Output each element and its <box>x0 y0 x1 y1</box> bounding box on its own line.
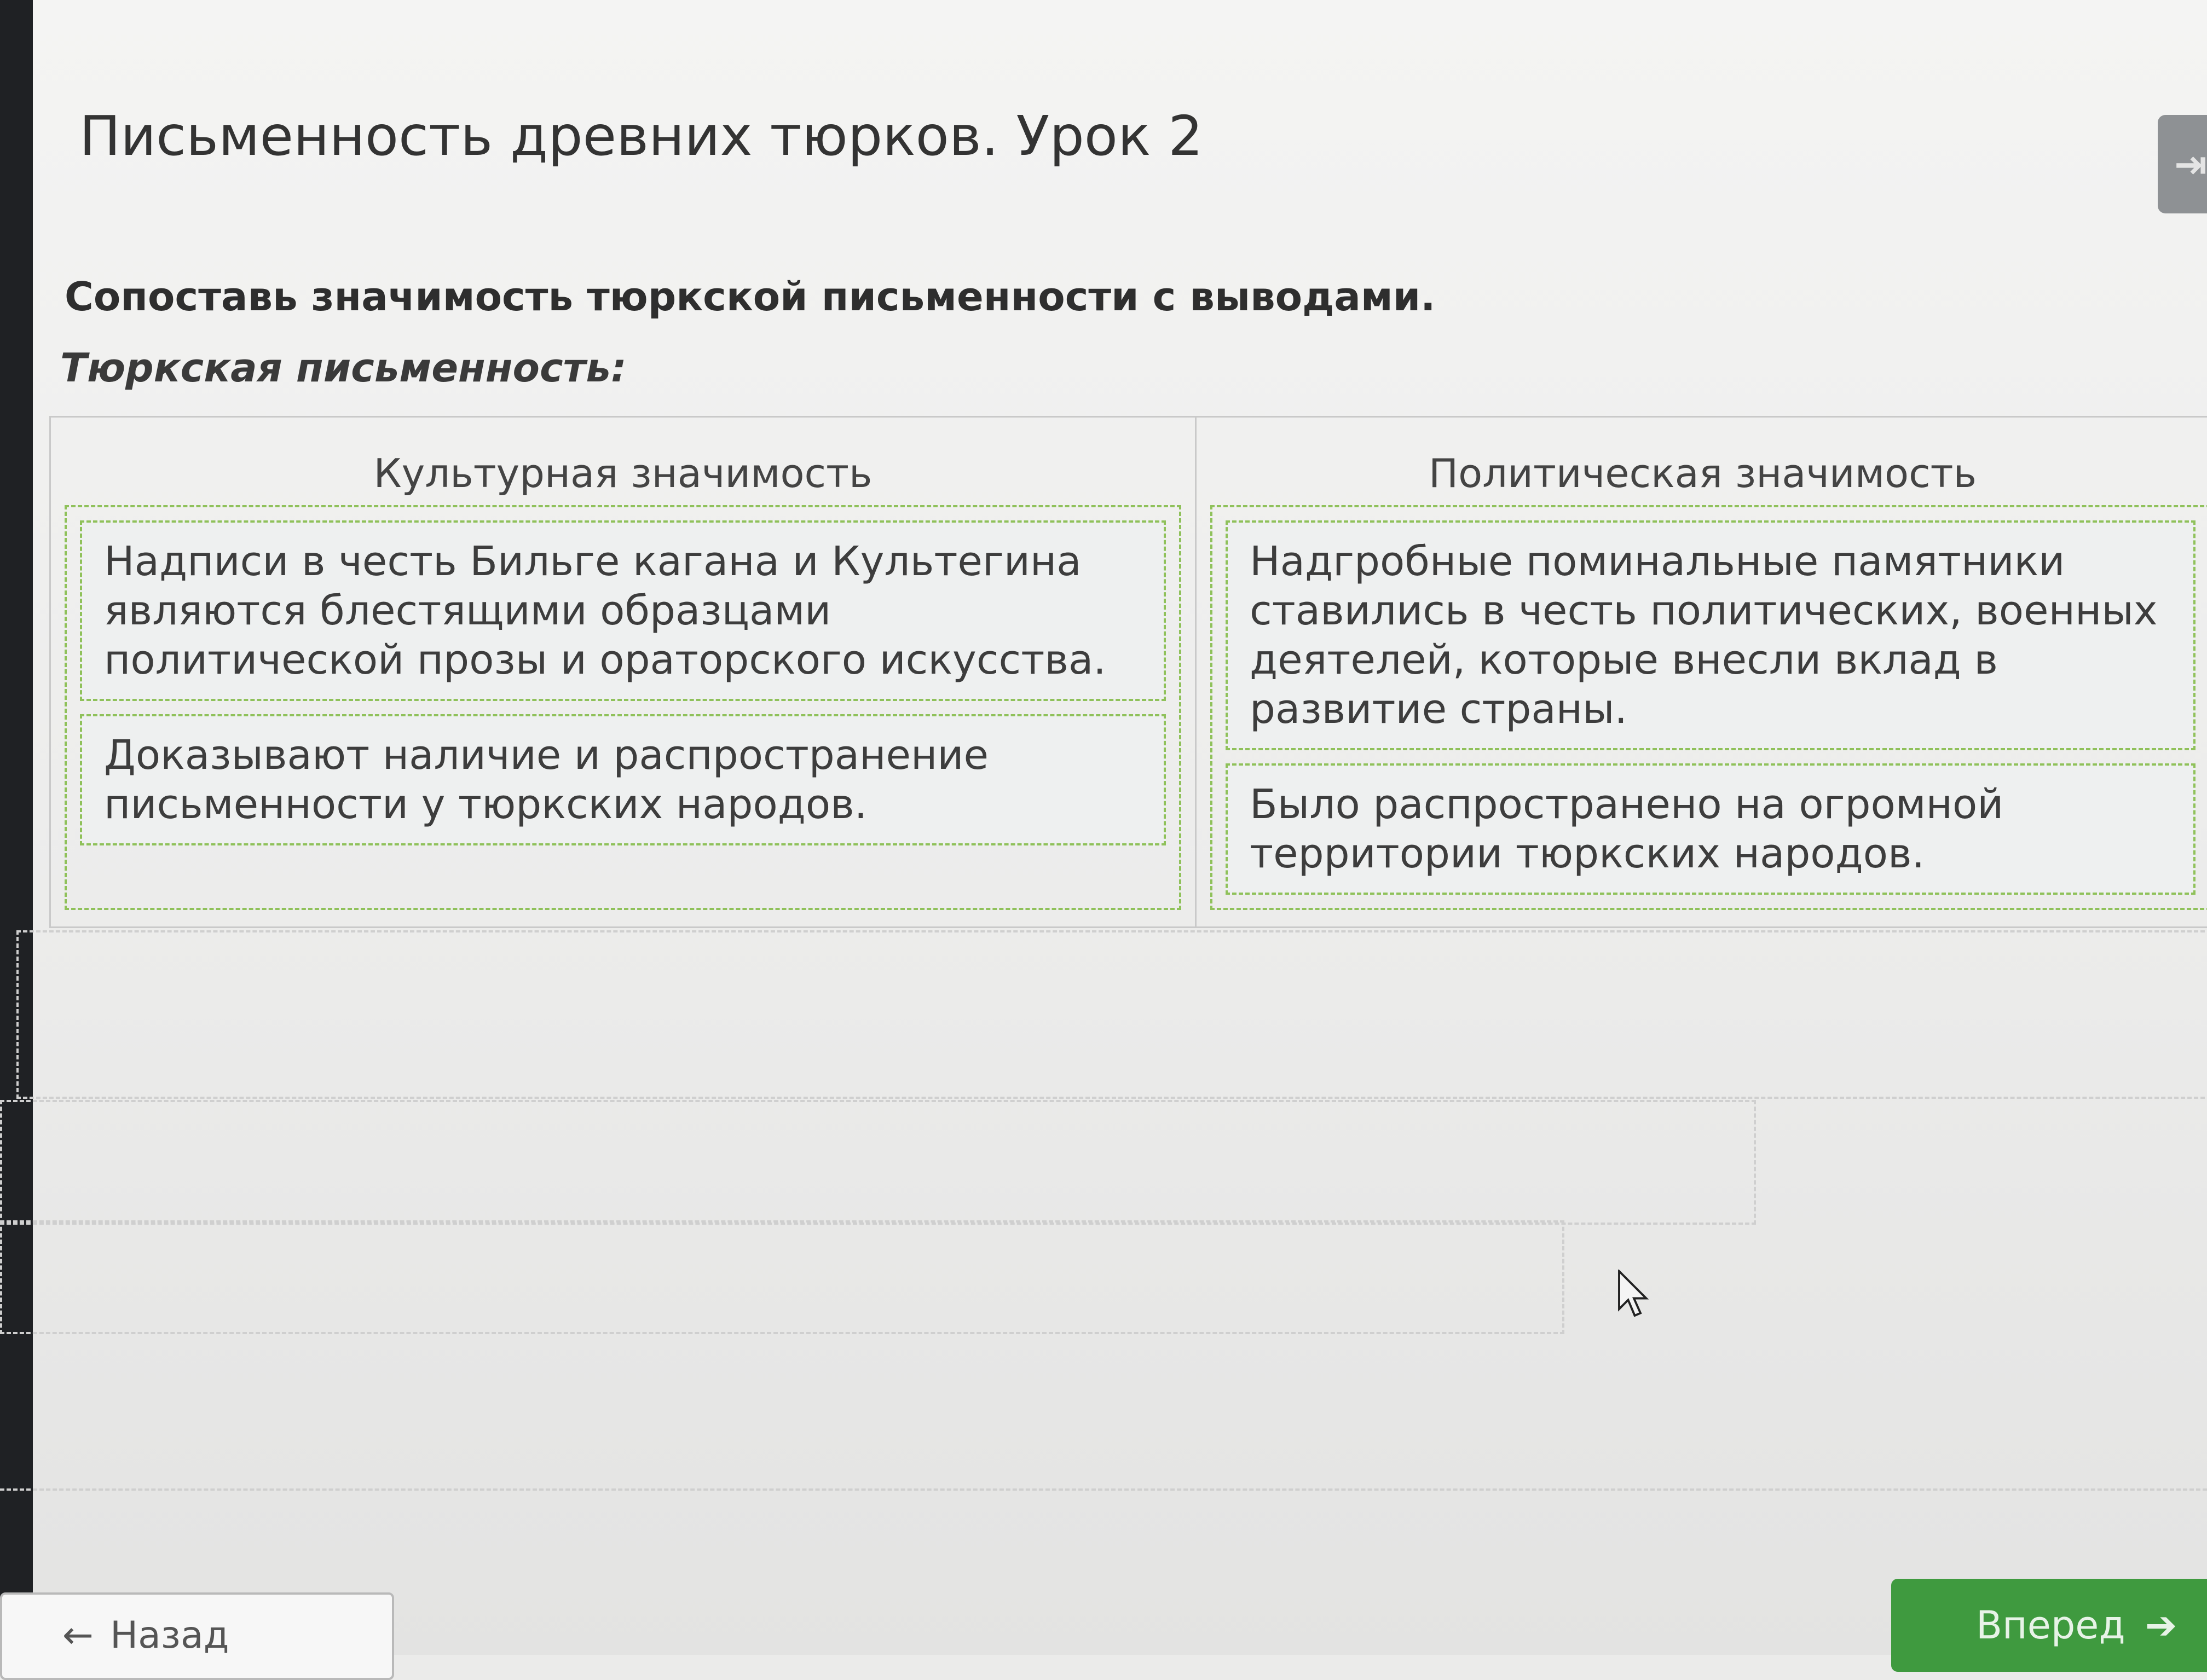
answer-card[interactable]: Доказывают наличие и распространение пис… <box>80 714 1166 845</box>
answer-card[interactable]: Надписи в честь Бильге кагана и Культеги… <box>80 520 1166 701</box>
side-panel-tab[interactable]: ⇥ <box>2158 115 2207 213</box>
column-header: Культурная значимость <box>373 450 873 496</box>
next-button[interactable]: Вперед ➔ <box>1891 1579 2207 1672</box>
empty-drop-row[interactable] <box>0 1100 1756 1225</box>
column-cultural: Культурная значимость Надписи в честь Би… <box>51 418 1197 926</box>
answer-card[interactable]: Надгробные поминальные памятники ставили… <box>1226 520 2196 750</box>
empty-drop-row[interactable] <box>16 930 2207 1099</box>
column-political: Политическая значимость Надгробные помин… <box>1197 418 2207 926</box>
divider <box>0 1488 2207 1491</box>
column-header: Политическая значимость <box>1428 450 1977 496</box>
back-button-label: Назад <box>109 1614 229 1657</box>
arrow-left-icon: ← <box>62 1614 94 1657</box>
empty-drop-row[interactable] <box>0 1220 1564 1334</box>
next-button-label: Вперед <box>1976 1603 2125 1648</box>
task-instruction: Сопоставь значимость тюркской письменнос… <box>65 274 1436 320</box>
task-subtitle: Тюркская письменность: <box>60 345 627 391</box>
mouse-pointer-icon <box>1618 1270 1649 1317</box>
drop-zone-political[interactable]: Надгробные поминальные памятники ставили… <box>1210 505 2207 910</box>
back-button[interactable]: ← Назад <box>0 1592 394 1680</box>
drop-zone-cultural[interactable]: Надписи в честь Бильге кагана и Культеги… <box>65 505 1181 910</box>
side-panel-icon: ⇥ <box>2174 141 2207 187</box>
answer-card[interactable]: Было распространено на огромной территор… <box>1226 763 2196 895</box>
lesson-title: Письменность древних тюрков. Урок 2 <box>79 104 1203 168</box>
screen-bezel <box>0 0 33 1655</box>
matching-table: Культурная значимость Надписи в честь Би… <box>49 416 2207 928</box>
arrow-right-icon: ➔ <box>2145 1603 2177 1648</box>
